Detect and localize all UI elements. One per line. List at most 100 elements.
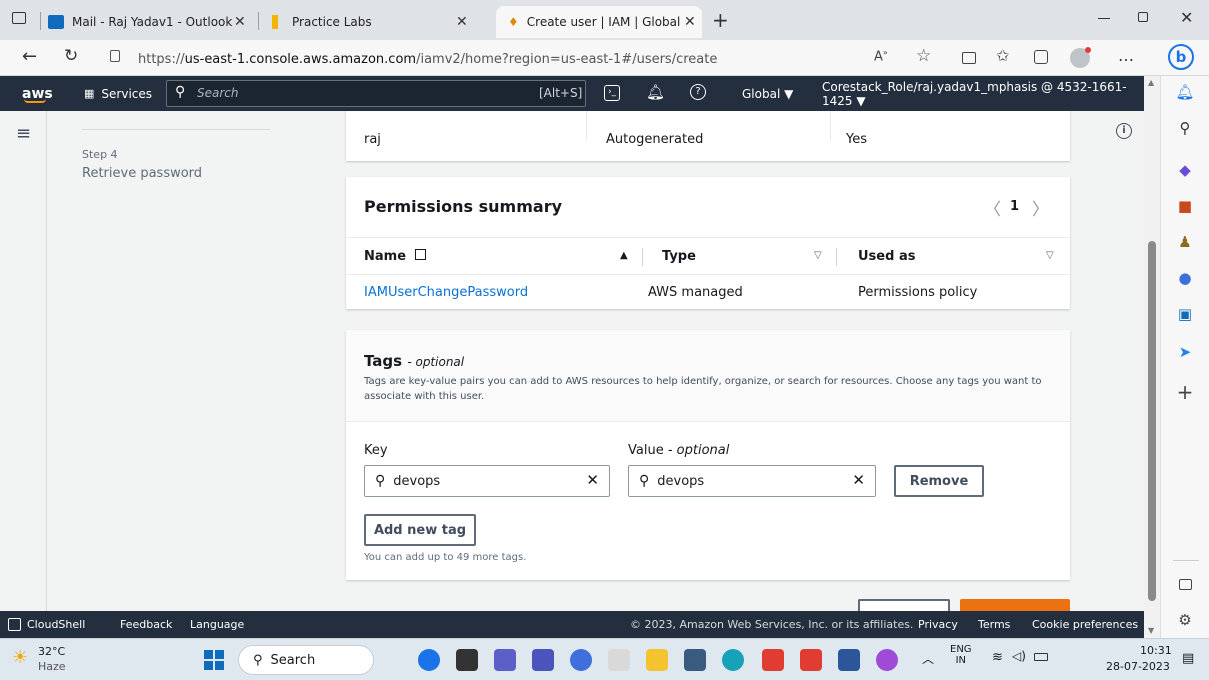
add-sidebar-icon[interactable]: + [1175,380,1195,404]
previous-button[interactable] [858,599,950,611]
aws-search-input[interactable]: ⚲ Search [Alt+S] [166,80,586,107]
windows-start-icon[interactable] [204,650,224,670]
file-explorer-icon[interactable] [646,649,668,671]
edge-sidebar: 🔔︎ ⚲ ◆ ■ ♟ ● ▣ ➤ + ⚙ [1160,76,1209,638]
refresh-icon[interactable]: ↻ [64,46,78,66]
taskbar-search[interactable]: ⚲ Search [238,645,374,675]
shopping-tag-icon[interactable]: ◆ [1175,160,1195,180]
sort-icon[interactable]: ▽ [1046,250,1054,261]
url-field[interactable]: https://us-east-1.console.aws.amazon.com… [138,47,928,71]
clock-date[interactable]: 28-07-2023 [1106,660,1170,673]
scrollbar-thumb[interactable] [1148,241,1156,601]
site-info-icon[interactable] [110,50,120,62]
language-link[interactable]: Language [190,611,244,638]
more-menu-icon[interactable]: … [1118,46,1134,65]
app-red-2-icon[interactable] [800,649,822,671]
tab-outlook[interactable]: Mail - Raj Yadav1 - Outlook ✕ [48,6,248,38]
favorite-star-icon[interactable]: ☆ [916,46,931,66]
edge-browser-icon[interactable] [722,649,744,671]
terms-link[interactable]: Terms [978,611,1010,638]
page-scrollbar[interactable]: ▲ ▼ [1144,76,1160,638]
bing-copilot-icon[interactable]: b [1168,44,1194,70]
close-icon[interactable]: ✕ [234,14,246,30]
sort-ascending-icon[interactable]: ▲ [620,250,628,261]
edge-app-icon[interactable] [418,649,440,671]
tab-practice-labs[interactable]: Practice Labs ✕ [266,6,476,38]
password-value: Autogenerated [606,132,704,147]
account-menu[interactable]: Corestack_Role/raj.yadav1_mphasis @ 4532… [822,76,1144,111]
cloudshell-link[interactable]: CloudShell [8,611,85,638]
scroll-down-arrow[interactable]: ▼ [1148,626,1154,635]
minimize-icon[interactable] [1098,18,1110,19]
menu-hamburger-icon[interactable]: ≡ [16,123,31,144]
clear-icon[interactable]: ✕ [852,471,865,489]
volume-icon[interactable]: ◁) [1012,649,1026,663]
tab-create-user[interactable]: ♦ Create user | IAM | Global ✕ [496,6,702,38]
read-aloud-icon[interactable]: A» [874,48,888,64]
column-header-name[interactable]: Name [364,249,426,264]
clear-icon[interactable]: ✕ [586,471,599,489]
privacy-link[interactable]: Privacy [918,611,958,638]
column-header-used-as[interactable]: Used as [858,249,915,264]
feedback-link[interactable]: Feedback [120,611,172,638]
sidebar-toggle-icon[interactable] [1175,574,1195,594]
word-icon[interactable] [838,649,860,671]
tools-icon[interactable]: ■ [1175,196,1195,216]
teams-meet-icon[interactable] [494,649,516,671]
task-view-icon[interactable] [456,649,478,671]
sql-app-icon[interactable] [684,649,706,671]
system-tray-expand-icon[interactable]: ︿ [922,650,934,667]
split-screen-icon[interactable] [962,52,976,64]
cookie-preferences-link[interactable]: Cookie preferences [1032,611,1138,638]
microsoft-365-icon[interactable]: ● [1175,268,1195,288]
maximize-icon[interactable] [1138,12,1148,22]
aws-logo[interactable]: aws [22,76,53,111]
wifi-icon[interactable]: ≋ [992,650,1003,665]
table-header: Name ▲ Type ▽ Used as ▽ [346,237,1070,275]
user-details-card: raj Autogenerated Yes [346,111,1070,161]
close-window-icon[interactable]: ✕ [1180,8,1193,27]
collections-icon[interactable] [1034,50,1048,64]
pagination-prev-icon[interactable]: 〈 [984,195,1001,220]
notification-bell-icon[interactable]: 🔔︎ [1175,82,1195,102]
send-icon[interactable]: ➤ [1175,342,1195,362]
file-app-icon[interactable] [608,649,630,671]
outlook-sidebar-icon[interactable]: ▣ [1175,304,1195,324]
office-icon[interactable] [570,649,592,671]
create-user-button[interactable] [960,599,1070,611]
clock-time[interactable]: 10:31 [1140,644,1172,657]
settings-gear-icon[interactable]: ⚙ [1175,610,1195,630]
policy-link[interactable]: IAMUserChangePassword [364,285,528,300]
help-icon[interactable]: ? [690,84,706,100]
sort-icon[interactable]: ▽ [814,250,822,261]
tag-key-input[interactable]: ⚲ devops ✕ [364,465,610,497]
weather-icon[interactable]: ☀ [12,647,28,668]
pagination-page[interactable]: 1 [1010,199,1019,214]
scroll-up-arrow[interactable]: ▲ [1148,78,1154,87]
cancel-button[interactable] [784,601,844,611]
battery-icon[interactable] [1034,653,1048,661]
pagination-next-icon[interactable]: 〉 [1032,195,1049,220]
column-header-type[interactable]: Type [662,249,696,264]
app-red-1-icon[interactable] [762,649,784,671]
close-icon[interactable]: ✕ [456,14,468,30]
new-tab-icon[interactable]: + [712,8,729,32]
tag-value-input[interactable]: ⚲ devops ✕ [628,465,876,497]
info-icon[interactable]: i [1116,123,1132,139]
favorites-icon[interactable]: ✩ [996,46,1009,65]
notifications-icon[interactable]: ▤ [1182,651,1194,666]
remove-tag-button[interactable]: Remove [894,465,984,497]
tab-actions-icon[interactable] [12,12,26,24]
notifications-bell-icon[interactable]: 🔔︎ [646,83,665,101]
search-sidebar-icon[interactable]: ⚲ [1175,118,1195,138]
app-purple-icon[interactable] [876,649,898,671]
add-new-tag-button[interactable]: Add new tag [364,514,476,546]
games-icon[interactable]: ♟ [1175,232,1195,252]
back-icon[interactable]: ← [22,46,37,67]
teams-icon[interactable] [532,649,554,671]
region-selector[interactable]: Global ▼ [742,76,793,111]
cloudshell-icon[interactable]: ›_ [604,85,620,101]
close-icon[interactable]: ✕ [684,14,696,30]
language-indicator[interactable]: ENG IN [950,644,972,666]
services-menu[interactable]: ▦ Services [84,76,152,111]
